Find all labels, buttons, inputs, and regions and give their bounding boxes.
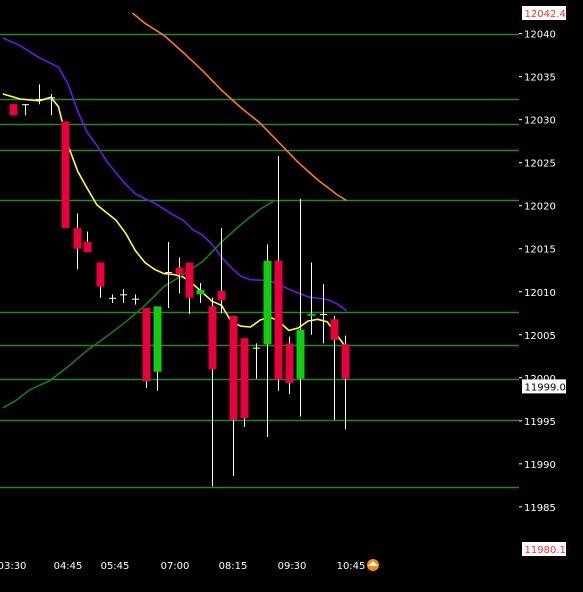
price-axis-label: 11985: [524, 503, 556, 514]
candle: [132, 294, 139, 305]
time-axis-label: 09:30: [278, 561, 307, 572]
candle: [185, 262, 194, 315]
candle: [240, 338, 249, 427]
price-axis-label: 12035: [524, 73, 556, 84]
candle: [22, 104, 29, 116]
price-axis-label: 12005: [524, 331, 556, 342]
candle-body: [217, 290, 226, 301]
lower-price-tag-label: 11980.1: [525, 545, 566, 556]
candle-body: [229, 315, 238, 420]
candle: [9, 104, 18, 116]
candle: [320, 284, 327, 344]
upper-price-tag-label: 12042.4: [525, 9, 566, 20]
price-chart[interactable]: 12040 12035 12030 12025 12020 12015 12010 12005…: [0, 0, 583, 588]
moving-average-line: [131, 12, 347, 202]
candle: [217, 228, 226, 314]
candle-body: [96, 262, 105, 287]
time-axis-label: 08:15: [219, 561, 248, 572]
candle-body: [9, 104, 18, 116]
price-axis-label: 12015: [524, 245, 556, 256]
moving-average-line: [2, 93, 348, 349]
candle-body: [175, 267, 184, 275]
price-axis-label: 12030: [524, 116, 556, 127]
candle-body: [296, 329, 305, 379]
price-axis-label: 11995: [524, 417, 556, 428]
candle: [96, 262, 105, 298]
candle-body: [274, 260, 283, 380]
candle: [229, 315, 238, 476]
time-axis-label: 04:45: [54, 561, 83, 572]
candle: [73, 213, 82, 270]
time-axis-label: 07:00: [161, 561, 190, 572]
candle-body: [73, 228, 82, 249]
candle-body: [153, 306, 162, 372]
candle-body: [61, 121, 70, 229]
chart-canvas[interactable]: 12040 12035 12030 12025 12020 12015 12010 12005…: [0, 0, 583, 588]
candle-body: [196, 290, 205, 295]
chart-scroll-icon[interactable]: [367, 559, 379, 571]
candle: [208, 297, 217, 487]
candle: [274, 155, 283, 391]
time-axis-label: 05:45: [101, 561, 130, 572]
time-axis-label: 10:45: [337, 561, 366, 572]
candle: [341, 335, 350, 430]
candle: [120, 289, 127, 303]
candle-body: [185, 262, 194, 298]
candle-body: [307, 314, 316, 316]
candle: [61, 121, 70, 229]
candle: [142, 308, 151, 389]
candle-body: [142, 308, 151, 382]
candle: [83, 231, 92, 253]
candle: [153, 306, 162, 391]
candle: [109, 294, 116, 303]
candle: [253, 343, 260, 379]
price-axis-label: 12040: [524, 30, 556, 41]
candle-body: [208, 306, 217, 370]
candle: [285, 336, 294, 395]
candle: [330, 315, 339, 420]
candle-body: [263, 260, 272, 345]
candle: [296, 198, 305, 417]
time-axis-label: 03:30: [0, 561, 26, 572]
price-axis-label: 12010: [524, 288, 556, 299]
price-axis-label: 11990: [524, 460, 556, 471]
candle: [307, 262, 316, 335]
candle-body: [240, 338, 249, 419]
candle: [196, 283, 205, 303]
candle-body: [330, 319, 339, 340]
current-price-tag-label: 11999.0: [525, 382, 566, 393]
price-axis-label: 12020: [524, 202, 556, 213]
moving-average-line: [2, 37, 347, 312]
candle-body: [341, 344, 350, 379]
candle-body: [83, 241, 92, 253]
price-axis-label: 12025: [524, 159, 556, 170]
candle: [263, 244, 272, 438]
candle-body: [285, 343, 294, 383]
